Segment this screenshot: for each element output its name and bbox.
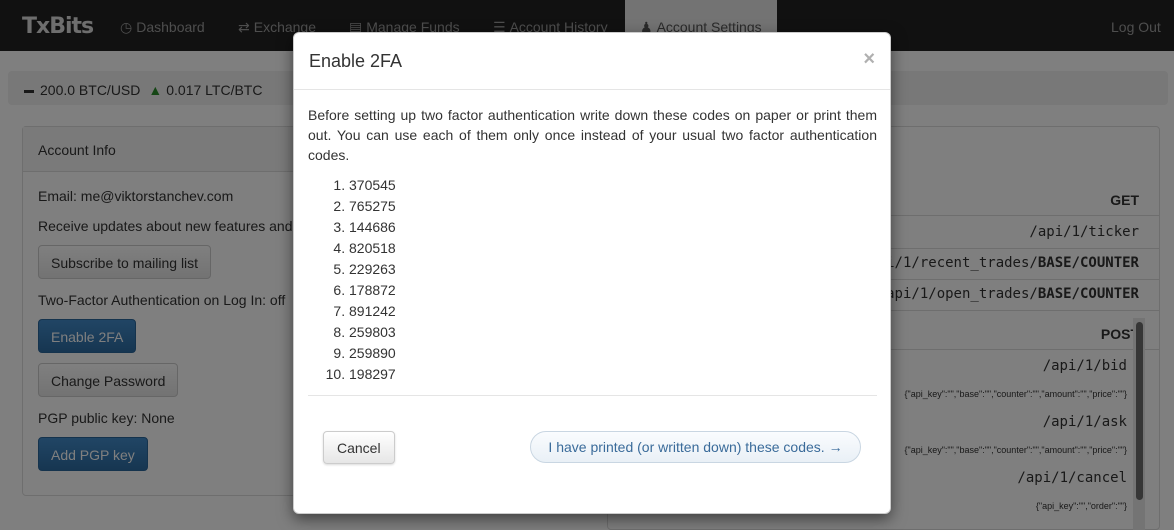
- backup-codes-list: 370545 765275 144686 820518 229263 17887…: [308, 175, 877, 385]
- close-icon[interactable]: ×: [863, 48, 875, 70]
- backup-code: 891242: [349, 301, 877, 322]
- backup-code: 178872: [349, 280, 877, 301]
- backup-code: 198297: [349, 364, 877, 385]
- modal-intro-text: Before setting up two factor authenticat…: [308, 107, 877, 163]
- modal-divider: [308, 395, 877, 396]
- cancel-button[interactable]: Cancel: [323, 431, 395, 464]
- backup-code: 259890: [349, 343, 877, 364]
- backup-code: 820518: [349, 238, 877, 259]
- modal-body: Before setting up two factor authenticat…: [308, 105, 877, 385]
- backup-code: 144686: [349, 217, 877, 238]
- backup-code: 259803: [349, 322, 877, 343]
- backup-code: 370545: [349, 175, 877, 196]
- enable-2fa-modal: Enable 2FA × Before setting up two facto…: [293, 32, 891, 514]
- backup-code: 229263: [349, 259, 877, 280]
- modal-title: Enable 2FA: [309, 51, 403, 71]
- backup-code: 765275: [349, 196, 877, 217]
- modal-header: Enable 2FA ×: [294, 33, 890, 90]
- confirm-codes-button[interactable]: I have printed (or written down) these c…: [530, 431, 861, 463]
